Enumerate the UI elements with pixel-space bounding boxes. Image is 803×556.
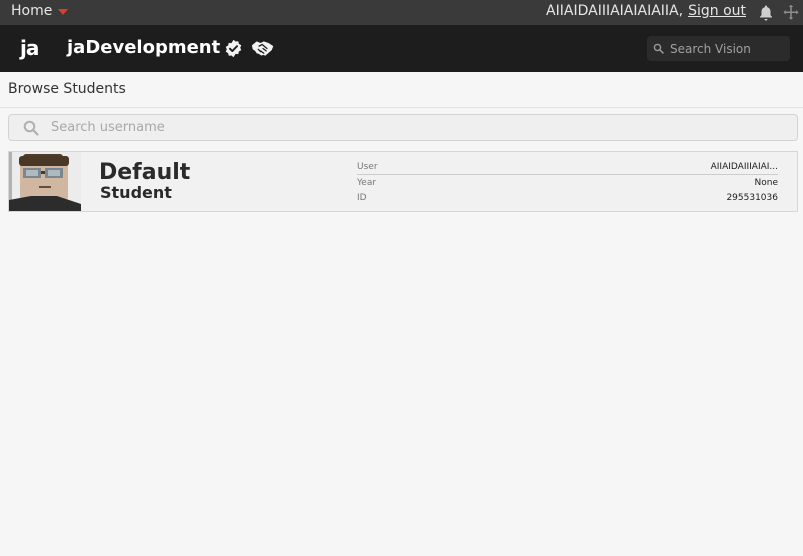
search-icon (23, 120, 39, 136)
student-first-name: Default (99, 160, 191, 185)
username: AIIAIDAIIIAIAIAIAIIA, (546, 3, 684, 19)
info-row-year: Year None (357, 175, 778, 190)
page-title: Browse Students (8, 81, 126, 97)
info-row-user: User AIIAIDAIIIAIAI... (357, 160, 778, 175)
caret-down-icon (58, 9, 69, 15)
bell-icon[interactable] (757, 4, 775, 22)
search-icon (653, 43, 664, 54)
info-value: AIIAIDAIIIAIAI... (710, 162, 778, 172)
username-search-input[interactable] (51, 120, 751, 135)
vision-search-input[interactable] (670, 41, 780, 56)
student-last-name: Student (100, 183, 172, 202)
info-label: ID (357, 192, 367, 203)
user-area: AIIAIDAIIIAIAIAIAIIA, Sign out (546, 3, 746, 19)
info-label: Year (357, 177, 377, 188)
student-card[interactable]: Default Student User AIIAIDAIIIAIAI... Y… (8, 151, 798, 212)
logo[interactable]: ja (20, 36, 39, 60)
top-bar: Home AIIAIDAIIIAIAIAIAIIA, Sign out (0, 0, 803, 25)
handshake-icon (251, 41, 274, 56)
home-menu[interactable]: Home (11, 3, 69, 19)
vision-search[interactable] (647, 36, 790, 61)
student-info: User AIIAIDAIIIAIAI... Year None ID 2955… (357, 160, 778, 205)
avatar-image (9, 152, 81, 211)
home-label: Home (11, 3, 53, 19)
username-search[interactable] (8, 114, 798, 141)
avatar (9, 152, 81, 211)
info-label: User (357, 162, 378, 172)
info-value: 295531036 (726, 192, 778, 203)
move-arrows-icon[interactable] (782, 4, 800, 22)
info-value: None (754, 177, 778, 188)
verified-badge-icon (225, 39, 242, 58)
info-row-id: ID 295531036 (357, 190, 778, 205)
sign-out-link[interactable]: Sign out (688, 3, 746, 19)
divider (0, 107, 803, 108)
group-name: jaDevelopment (67, 37, 221, 58)
group-header: ja jaDevelopment (0, 25, 803, 72)
